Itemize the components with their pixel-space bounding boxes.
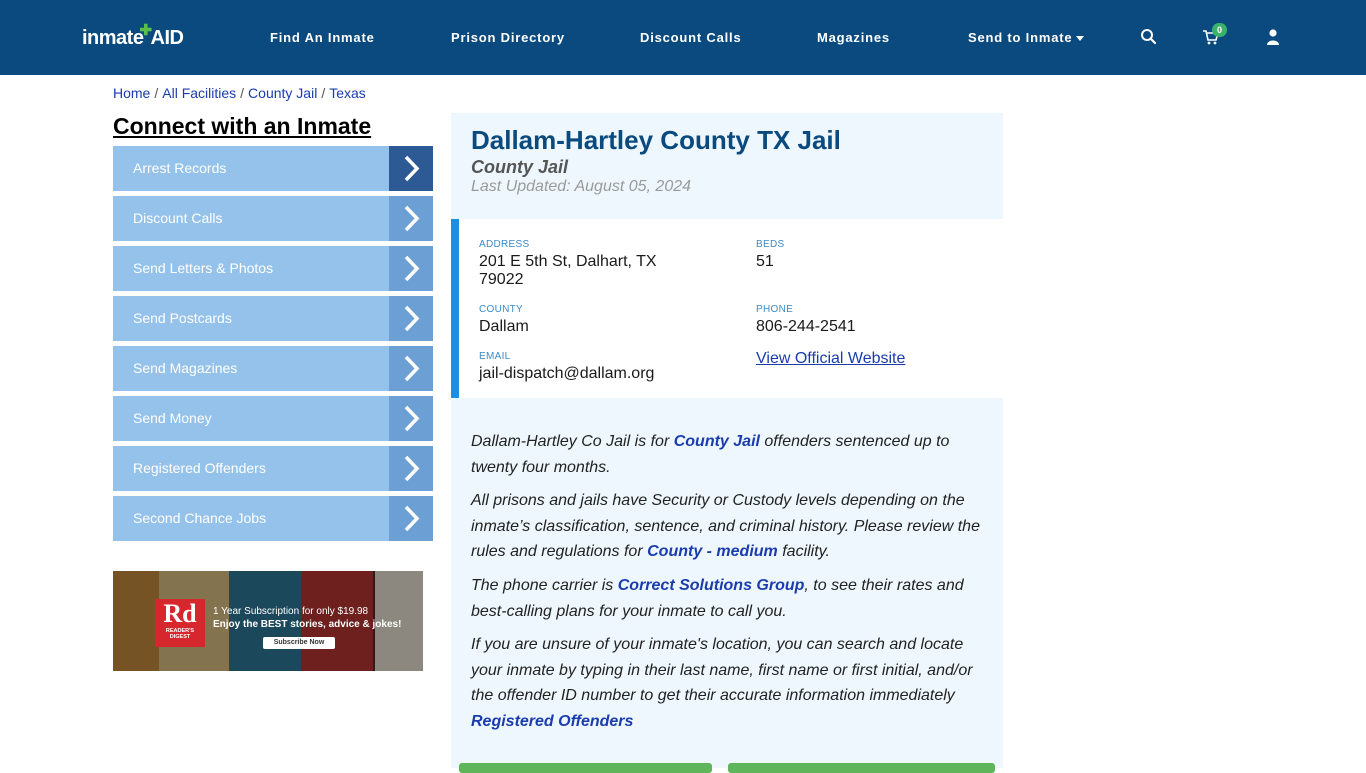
action-button-left[interactable] bbox=[459, 763, 712, 773]
sidebar-item-label: Second Chance Jobs bbox=[133, 510, 267, 526]
description-text: If you are unsure of your inmate's locat… bbox=[471, 636, 973, 704]
chevron-right-icon bbox=[389, 496, 433, 541]
sidebar-item-send-letters-photos[interactable]: Send Letters & Photos bbox=[113, 246, 433, 291]
chevron-right-icon bbox=[389, 346, 433, 391]
sidebar-item-arrest-records[interactable]: Arrest Records bbox=[113, 146, 433, 191]
breadcrumb-county-jail[interactable]: County Jail bbox=[248, 85, 317, 101]
sidebar-title: Connect with an Inmate bbox=[113, 113, 372, 139]
description-paragraph-2: All prisons and jails have Security or C… bbox=[471, 488, 986, 565]
breadcrumb: Home / All Facilities / County Jail / Texas bbox=[113, 85, 366, 101]
chevron-right-icon bbox=[389, 446, 433, 491]
sidebar-item-label: Send Money bbox=[133, 410, 212, 426]
chevron-down-icon bbox=[1076, 36, 1085, 42]
beds-value: 51 bbox=[756, 253, 774, 270]
description-text: The phone carrier is bbox=[471, 577, 618, 594]
breadcrumb-texas[interactable]: Texas bbox=[329, 85, 366, 101]
top-navbar: inmate ✚ AID Find An Inmate Prison Direc… bbox=[0, 0, 1366, 75]
search-icon[interactable] bbox=[1140, 28, 1158, 46]
sidebar-item-label: Discount Calls bbox=[133, 210, 223, 226]
breadcrumb-separator: / bbox=[240, 85, 245, 101]
email-label: EMAIL bbox=[479, 351, 511, 362]
chevron-right-icon bbox=[389, 196, 433, 241]
phone-label: PHONE bbox=[756, 304, 794, 315]
description-text: Dallam-Hartley Co Jail is for bbox=[471, 433, 674, 450]
chevron-right-icon bbox=[389, 396, 433, 441]
sidebar-menu: Arrest Records Discount Calls Send Lette… bbox=[113, 146, 433, 546]
breadcrumb-home[interactable]: Home bbox=[113, 85, 150, 101]
info-accent-bar bbox=[451, 219, 459, 398]
sidebar-item-label: Send Postcards bbox=[133, 310, 232, 326]
chevron-right-icon bbox=[389, 296, 433, 341]
county-value: Dallam bbox=[479, 318, 529, 335]
site-logo[interactable]: inmate ✚ AID bbox=[82, 22, 184, 50]
sidebar-item-label: Send Letters & Photos bbox=[133, 260, 274, 276]
description-paragraph-4: If you are unsure of your inmate's locat… bbox=[471, 632, 986, 734]
action-button-right[interactable] bbox=[728, 763, 995, 773]
subscribe-now-button[interactable]: Subscribe Now bbox=[263, 637, 335, 649]
ad-text-offer: 1 Year Subscription for only $19.98 bbox=[213, 606, 369, 617]
sidebar-item-registered-offenders[interactable]: Registered Offenders bbox=[113, 446, 433, 491]
sidebar-item-send-money[interactable]: Send Money bbox=[113, 396, 433, 441]
readers-digest-ad-banner[interactable]: Rd READER'S DIGEST 1 Year Subscription f… bbox=[113, 571, 423, 671]
description-paragraph-1: Dallam-Hartley Co Jail is for County Jai… bbox=[471, 429, 986, 480]
county-jail-link[interactable]: County Jail bbox=[674, 433, 760, 450]
sidebar-item-second-chance-jobs[interactable]: Second Chance Jobs bbox=[113, 496, 433, 541]
logo-text: inmate bbox=[82, 26, 144, 49]
nav-send-to-inmate[interactable]: Send to Inmate bbox=[968, 30, 1085, 45]
nav-discount-calls[interactable]: Discount Calls bbox=[640, 30, 742, 45]
chevron-right-icon bbox=[389, 146, 433, 191]
view-official-website-link[interactable]: View Official Website bbox=[756, 350, 905, 368]
cart-count-badge: 0 bbox=[1212, 23, 1227, 37]
description-paragraph-3: The phone carrier is Correct Solutions G… bbox=[471, 573, 986, 624]
sidebar-item-send-postcards[interactable]: Send Postcards bbox=[113, 296, 433, 341]
sidebar-item-send-magazines[interactable]: Send Magazines bbox=[113, 346, 433, 391]
chevron-right-icon bbox=[389, 246, 433, 291]
breadcrumb-all-facilities[interactable]: All Facilities bbox=[162, 85, 236, 101]
rd-logo-subtitle: READER'S DIGEST bbox=[165, 628, 195, 640]
breadcrumb-separator: / bbox=[321, 85, 326, 101]
address-line2: 79022 bbox=[479, 271, 524, 288]
nav-find-inmate[interactable]: Find An Inmate bbox=[270, 30, 375, 45]
address-label: ADDRESS bbox=[479, 239, 530, 250]
registered-offenders-link[interactable]: Registered Offenders bbox=[471, 713, 633, 730]
county-label: COUNTY bbox=[479, 304, 524, 315]
security-level-link[interactable]: County - medium bbox=[647, 543, 778, 560]
nav-prison-directory[interactable]: Prison Directory bbox=[451, 30, 565, 45]
address-line1: 201 E 5th St, Dalhart, TX bbox=[479, 253, 657, 270]
sidebar-item-discount-calls[interactable]: Discount Calls bbox=[113, 196, 433, 241]
facility-title: Dallam-Hartley County TX Jail bbox=[471, 125, 841, 155]
email-value: jail-dispatch@dallam.org bbox=[479, 365, 655, 382]
facility-type: County Jail bbox=[471, 157, 569, 177]
sidebar-item-label: Arrest Records bbox=[133, 160, 227, 176]
user-icon[interactable] bbox=[1264, 28, 1282, 46]
sidebar-item-label: Registered Offenders bbox=[133, 460, 266, 476]
description-text: facility. bbox=[777, 543, 830, 560]
beds-label: BEDS bbox=[756, 239, 785, 250]
breadcrumb-separator: / bbox=[154, 85, 159, 101]
phone-carrier-link[interactable]: Correct Solutions Group bbox=[618, 577, 805, 594]
ad-text-tagline: Enjoy the BEST stories, advice & jokes! bbox=[213, 619, 402, 630]
last-updated: Last Updated: August 05, 2024 bbox=[471, 178, 692, 195]
sidebar-item-label: Send Magazines bbox=[133, 360, 238, 376]
nav-magazines[interactable]: Magazines bbox=[817, 30, 890, 45]
logo-plus-icon: ✚ bbox=[139, 22, 152, 39]
nav-send-to-inmate-label: Send to Inmate bbox=[968, 30, 1073, 45]
phone-value: 806-244-2541 bbox=[756, 318, 856, 335]
logo-aid-text: AID bbox=[150, 26, 184, 49]
